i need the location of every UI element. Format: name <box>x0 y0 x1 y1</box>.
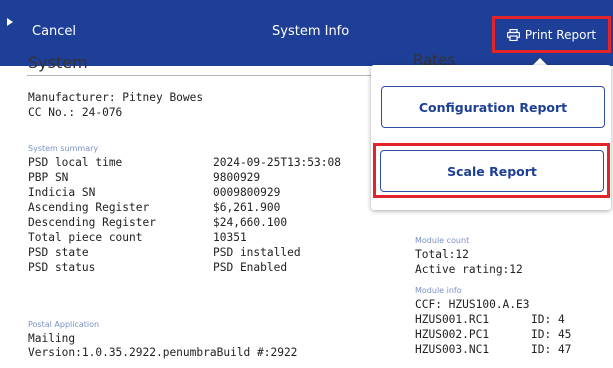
top-bar: Cancel System Info Print Report <box>0 0 613 66</box>
summary-row: Total piece count 10351 <box>28 231 368 245</box>
printer-icon <box>506 28 520 41</box>
summary-value: 2024-09-25T13:53:08 <box>213 156 341 169</box>
system-section-title: System <box>28 53 88 72</box>
module-row: HZUS003.NC1 ID: 47 <box>415 343 571 356</box>
summary-key: PBP SN <box>28 171 69 184</box>
summary-value: PSD installed <box>213 246 301 259</box>
cc-number-text: CC No.: 24-076 <box>28 106 123 119</box>
summary-key: PSD local time <box>28 156 123 169</box>
module-name: HZUS002.PC1 <box>415 328 490 341</box>
module-info-label: Module info <box>415 286 462 295</box>
summary-key: Descending Register <box>28 216 156 229</box>
module-row: HZUS002.PC1 ID: 45 <box>415 328 571 341</box>
active-rating-text: Active rating:12 <box>415 263 523 276</box>
summary-row: Descending Register $24,660.100 <box>28 216 368 230</box>
summary-key: Ascending Register <box>28 201 150 214</box>
module-id: ID: 4 <box>531 313 565 326</box>
summary-key: PSD status <box>28 261 96 274</box>
module-total-text: Total:12 <box>415 248 469 261</box>
summary-key: PSD state <box>28 246 89 259</box>
window-corner-indicator-icon <box>7 18 13 26</box>
manufacturer-text: Manufacturer: Pitney Bowes <box>28 91 204 104</box>
page-title: System Info <box>272 24 350 39</box>
summary-key: Total piece count <box>28 231 143 244</box>
module-row: HZUS001.RC1 ID: 4 <box>415 313 565 326</box>
summary-row: PSD state PSD installed <box>28 246 368 260</box>
summary-row: PBP SN 9800929 <box>28 171 368 185</box>
configuration-report-button[interactable]: Configuration Report <box>381 86 605 128</box>
summary-value: PSD Enabled <box>213 261 288 274</box>
summary-value: 9800929 <box>213 171 261 184</box>
version-text: Version:1.0.35.2922.penumbraBuild #:2922 <box>28 346 298 359</box>
module-id: ID: 45 <box>531 328 572 341</box>
print-report-label: Print Report <box>524 27 597 42</box>
summary-value: 0009800929 <box>213 186 281 199</box>
summary-row: PSD status PSD Enabled <box>28 261 368 275</box>
module-count-label: Module count <box>415 236 470 245</box>
summary-value: $24,660.100 <box>213 216 288 229</box>
summary-row: PSD local time 2024-09-25T13:53:08 <box>28 156 368 170</box>
summary-value: 10351 <box>213 231 247 244</box>
postal-application-label: Postal Application <box>28 320 100 329</box>
cancel-button[interactable]: Cancel <box>32 24 76 39</box>
postal-application-name: Mailing <box>28 332 76 345</box>
module-id: ID: 47 <box>531 343 572 356</box>
system-summary-label: System summary <box>28 144 99 153</box>
module-name: HZUS001.RC1 <box>415 313 490 326</box>
print-report-button[interactable]: Print Report <box>492 16 611 53</box>
section-divider <box>27 75 392 76</box>
ccf-text: CCF: HZUS100.A.E3 <box>415 298 530 311</box>
summary-row: Indicia SN 0009800929 <box>28 186 368 200</box>
summary-value: $6,261.900 <box>213 201 281 214</box>
summary-key: Indicia SN <box>28 186 96 199</box>
scale-report-button[interactable]: Scale Report <box>380 150 604 192</box>
summary-row: Ascending Register $6,261.900 <box>28 201 368 215</box>
module-name: HZUS003.NC1 <box>415 343 490 356</box>
